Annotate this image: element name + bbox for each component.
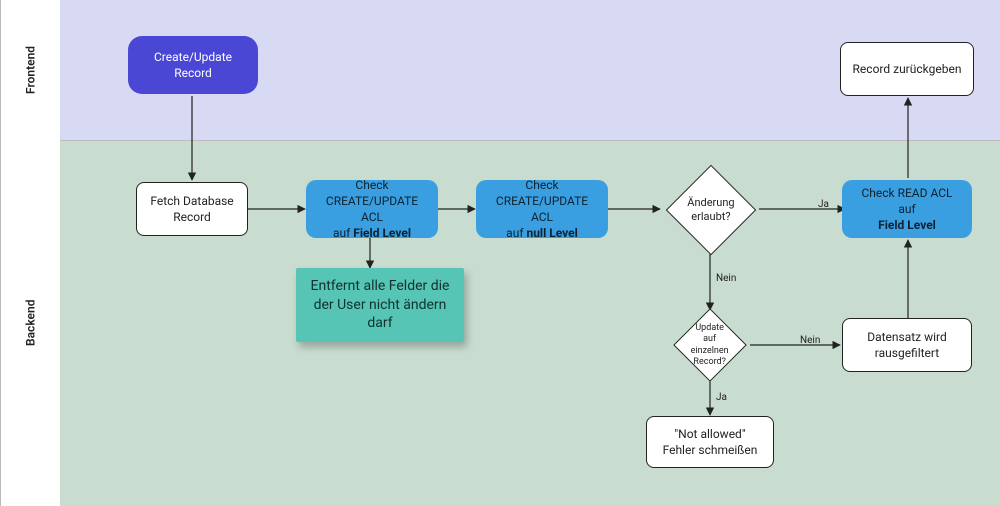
node-label: Entfernt alle Felder die der User nicht … — [306, 277, 454, 334]
sticky-note-removes-fields: Entfernt alle Felder die der User nicht … — [296, 268, 464, 342]
text: auf — [506, 226, 526, 240]
node-not-allowed-error: "Not allowed" Fehler schmeißen — [646, 416, 774, 468]
node-check-create-update-acl-null-level: Check CREATE/UPDATE ACL auf null Level — [476, 180, 608, 238]
node-label: Create/Update Record — [138, 49, 248, 81]
node-check-create-update-acl-field-level: Check CREATE/UPDATE ACL auf Field Level — [306, 180, 438, 238]
lane-divider — [0, 140, 1000, 141]
text: CREATE/UPDATE ACL — [496, 194, 588, 224]
text: Check — [525, 178, 558, 192]
node-check-read-acl-field-level: Check READ ACL auf Field Level — [842, 180, 972, 238]
node-label: Änderung erlaubt? — [687, 196, 734, 224]
lane-backend-label: Backend — [0, 140, 60, 506]
text: Check — [355, 178, 388, 192]
edge-label-yes-2: Ja — [716, 392, 727, 403]
node-fetch-database-record: Fetch Database Record — [136, 182, 248, 236]
edge-label-no-2: Nein — [800, 335, 820, 346]
node-label: "Not allowed" Fehler schmeißen — [657, 426, 763, 458]
node-label: Check READ ACL auf Field Level — [852, 185, 962, 234]
node-label: Fetch Database Record — [147, 193, 237, 225]
text: auf — [333, 226, 353, 240]
node-label: Record zurückgeben — [853, 61, 962, 77]
edge-label-yes-1: Ja — [818, 199, 829, 210]
edge-label-no-1: Nein — [716, 273, 736, 284]
node-return-record: Record zurückgeben — [840, 42, 974, 96]
node-create-update-record: Create/Update Record — [128, 36, 258, 94]
node-record-filtered-out: Datensatz wird rausgefiltert — [842, 318, 972, 372]
text-bold: Field Level — [353, 226, 411, 240]
node-label: Check CREATE/UPDATE ACL auf null Level — [486, 177, 598, 242]
text: CREATE/UPDATE ACL — [326, 194, 418, 224]
lane-frontend-label: Frontend — [0, 0, 60, 140]
text-bold: null Level — [526, 226, 577, 240]
node-label: Datensatz wird rausgefiltert — [853, 329, 961, 361]
node-label: Update auf einzelnen Record? — [691, 323, 729, 368]
node-label: Check CREATE/UPDATE ACL auf Field Level — [316, 177, 428, 242]
text-bold: Field Level — [878, 218, 936, 232]
text: Check READ ACL auf — [861, 186, 952, 216]
